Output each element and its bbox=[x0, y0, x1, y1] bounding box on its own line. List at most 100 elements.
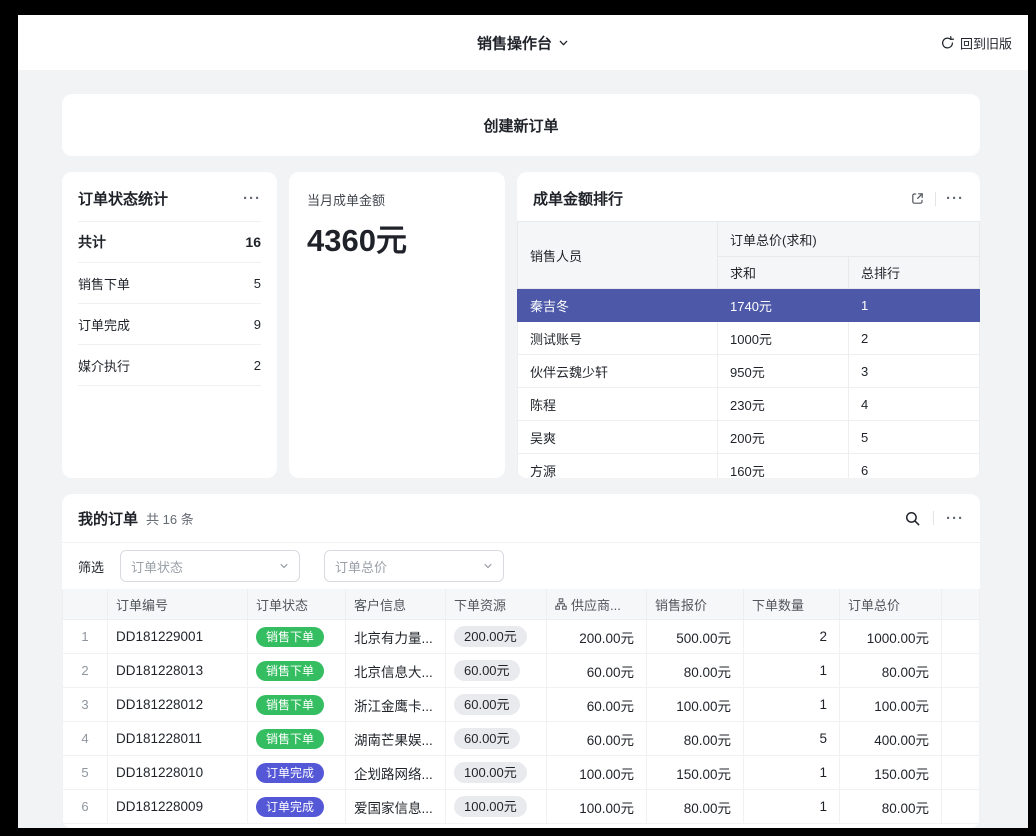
status-value: 9 bbox=[254, 317, 261, 332]
month-amount-card: 当月成单金额 4360元 bbox=[289, 172, 505, 478]
back-to-old-label: 回到旧版 bbox=[960, 33, 1012, 52]
col-supplier[interactable]: 供应商... bbox=[547, 589, 647, 620]
resource-cell: 60.00元 bbox=[446, 654, 547, 688]
sales-person-cell: 吴爽 bbox=[518, 421, 718, 454]
total-cell: 400.00元 bbox=[840, 722, 942, 756]
chevron-down-icon bbox=[279, 561, 289, 571]
order-status-cell: 销售下单 bbox=[248, 722, 346, 756]
qty-cell: 2 bbox=[744, 620, 840, 654]
sales-person-cell: 陈程 bbox=[518, 388, 718, 421]
table-row[interactable]: 3DD181228012销售下单浙江金鹰卡...60.00元60.00元100.… bbox=[63, 688, 980, 722]
customer-cell: 企划路网络... bbox=[346, 756, 446, 790]
status-value: 2 bbox=[254, 358, 261, 373]
more-menu-icon[interactable]: ··· bbox=[243, 191, 261, 206]
total-cell: 80.00元 bbox=[840, 790, 942, 824]
ranking-row[interactable]: 方源160元6 bbox=[518, 454, 980, 479]
sum-cell: 230元 bbox=[718, 388, 849, 421]
ranking-row[interactable]: 测试账号1000元2 bbox=[518, 322, 980, 355]
col-rank[interactable]: 总排行 bbox=[849, 257, 980, 289]
search-icon[interactable] bbox=[904, 510, 921, 527]
order-status-cell: 销售下单 bbox=[248, 688, 346, 722]
status-row[interactable]: 媒介执行2 bbox=[78, 345, 261, 386]
table-row[interactable]: 2DD181228013销售下单北京信息大...60.00元60.00元80.0… bbox=[63, 654, 980, 688]
order-id-cell: DD181228013 bbox=[108, 654, 248, 688]
revert-icon bbox=[940, 35, 955, 50]
sum-cell: 160元 bbox=[718, 454, 849, 479]
col-trailing-empty bbox=[942, 589, 980, 620]
col-sales-quote[interactable]: 销售报价 bbox=[647, 589, 744, 620]
ranking-row[interactable]: 秦吉冬1740元1 bbox=[518, 289, 980, 322]
ranking-row[interactable]: 吴爽200元5 bbox=[518, 421, 980, 454]
amount-label: 当月成单金额 bbox=[307, 190, 487, 209]
ranking-card-title: 成单金额排行 bbox=[533, 188, 623, 209]
sales-person-cell: 测试账号 bbox=[518, 322, 718, 355]
select-placeholder: 订单总价 bbox=[335, 557, 387, 576]
status-row[interactable]: 共计16 bbox=[78, 222, 261, 263]
top-bar: 销售操作台 回到旧版 bbox=[18, 15, 1028, 70]
col-order-qty[interactable]: 下单数量 bbox=[744, 589, 840, 620]
order-status-filter-select[interactable]: 订单状态 bbox=[120, 550, 300, 582]
row-index-cell: 3 bbox=[63, 688, 108, 722]
sales-person-cell: 伙伴云魏少轩 bbox=[518, 355, 718, 388]
sum-cell: 200元 bbox=[718, 421, 849, 454]
resource-cell: 100.00元 bbox=[446, 790, 547, 824]
resource-tag: 200.00元 bbox=[454, 626, 527, 647]
supplier-cell: 200.00元 bbox=[547, 620, 647, 654]
status-row[interactable]: 销售下单5 bbox=[78, 263, 261, 304]
empty-cell bbox=[942, 790, 980, 824]
dashboard-page: 创建新订单 订单状态统计 ··· 共计16销售下单5订单完成9媒介执行2 当月成… bbox=[18, 70, 1028, 828]
col-order-total[interactable]: 订单总价 bbox=[840, 589, 942, 620]
workspace-switcher[interactable]: 销售操作台 bbox=[477, 32, 569, 53]
ranking-row[interactable]: 陈程230元4 bbox=[518, 388, 980, 421]
col-order-total-group[interactable]: 订单总价(求和) bbox=[718, 222, 980, 257]
create-order-button[interactable]: 创建新订单 bbox=[62, 94, 980, 156]
customer-cell: 北京信息大... bbox=[346, 654, 446, 688]
ranking-row[interactable]: 伙伴云魏少轩950元3 bbox=[518, 355, 980, 388]
orders-table: 订单编号 订单状态 客户信息 下单资源 bbox=[62, 589, 980, 824]
ranking-table: 销售人员 订单总价(求和) 求和 总排行 秦吉冬1740元1测试账号1000元2… bbox=[517, 221, 980, 478]
rank-cell: 5 bbox=[849, 421, 980, 454]
create-order-label: 创建新订单 bbox=[483, 115, 558, 136]
resource-cell: 200.00元 bbox=[446, 620, 547, 654]
col-sales-person[interactable]: 销售人员 bbox=[518, 222, 718, 289]
order-status-cell: 订单完成 bbox=[248, 790, 346, 824]
sum-cell: 1740元 bbox=[718, 289, 849, 322]
qty-cell: 1 bbox=[744, 654, 840, 688]
status-label: 销售下单 bbox=[78, 274, 130, 293]
col-sum[interactable]: 求和 bbox=[718, 257, 849, 289]
my-orders-card: 我的订单 共 16 条 ··· 筛选 订单状态 bbox=[62, 494, 980, 828]
row-index-cell: 1 bbox=[63, 620, 108, 654]
rank-cell: 3 bbox=[849, 355, 980, 388]
back-to-old-version-button[interactable]: 回到旧版 bbox=[940, 33, 1012, 52]
more-menu-icon[interactable]: ··· bbox=[946, 511, 964, 526]
filter-label: 筛选 bbox=[78, 557, 104, 576]
customer-cell: 北京有力量... bbox=[346, 620, 446, 654]
status-label: 共计 bbox=[78, 232, 106, 252]
supplier-cell: 100.00元 bbox=[547, 756, 647, 790]
col-order-status[interactable]: 订单状态 bbox=[248, 589, 346, 620]
total-cell: 1000.00元 bbox=[840, 620, 942, 654]
empty-cell bbox=[942, 722, 980, 756]
table-row[interactable]: 5DD181228010订单完成企划路网络...100.00元100.00元15… bbox=[63, 756, 980, 790]
col-customer-info[interactable]: 客户信息 bbox=[346, 589, 446, 620]
order-total-filter-select[interactable]: 订单总价 bbox=[324, 550, 504, 582]
table-row[interactable]: 6DD181228009订单完成爱国家信息...100.00元100.00元80… bbox=[63, 790, 980, 824]
customer-cell: 爱国家信息... bbox=[346, 790, 446, 824]
rank-cell: 6 bbox=[849, 454, 980, 479]
col-order-resource[interactable]: 下单资源 bbox=[446, 589, 547, 620]
qty-cell: 5 bbox=[744, 722, 840, 756]
status-badge: 销售下单 bbox=[256, 627, 324, 647]
status-badge: 销售下单 bbox=[256, 729, 324, 749]
more-menu-icon[interactable]: ··· bbox=[946, 191, 964, 206]
filter-bar: 筛选 订单状态 订单总价 bbox=[62, 543, 980, 589]
orders-count: 共 16 条 bbox=[146, 509, 194, 528]
empty-cell bbox=[942, 756, 980, 790]
resource-cell: 100.00元 bbox=[446, 756, 547, 790]
sum-cell: 950元 bbox=[718, 355, 849, 388]
table-row[interactable]: 1DD181229001销售下单北京有力量...200.00元200.00元50… bbox=[63, 620, 980, 654]
col-order-id[interactable]: 订单编号 bbox=[108, 589, 248, 620]
table-row[interactable]: 4DD181228011销售下单湖南芒果娱...60.00元60.00元80.0… bbox=[63, 722, 980, 756]
resource-cell: 60.00元 bbox=[446, 722, 547, 756]
export-icon[interactable] bbox=[910, 191, 925, 206]
status-row[interactable]: 订单完成9 bbox=[78, 304, 261, 345]
